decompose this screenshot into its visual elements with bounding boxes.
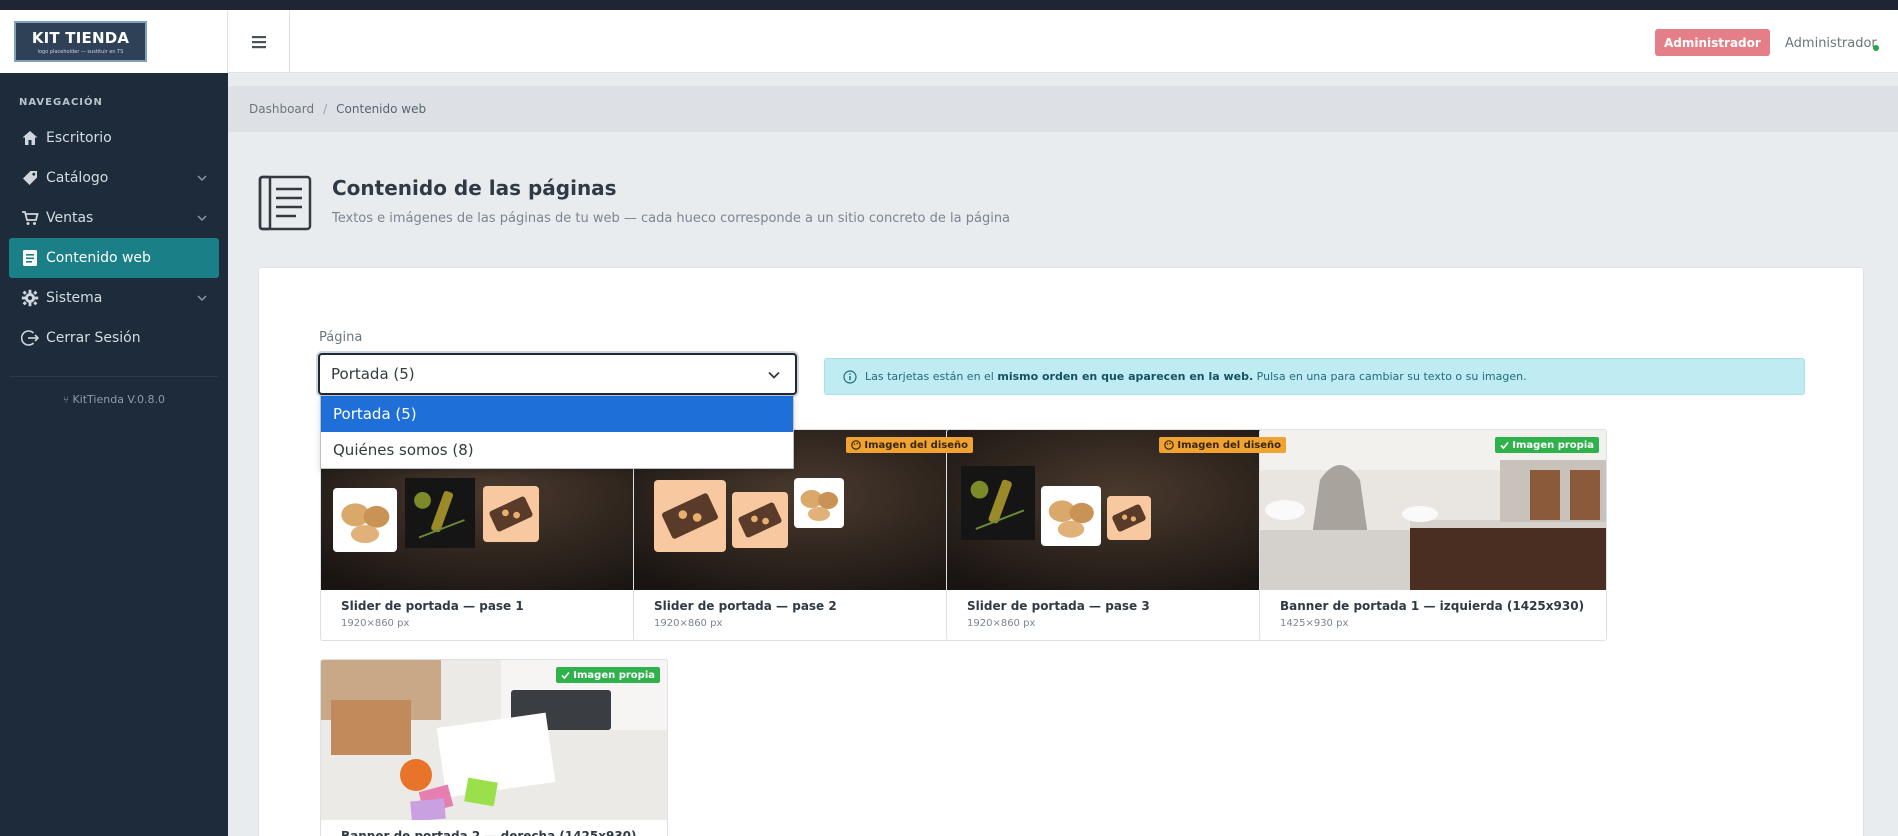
tile-image [947, 430, 1293, 590]
nav-header: NAVEGACIÓN [19, 97, 103, 108]
brand-area: KIT TIENDA logo placeholder — sustituir … [0, 10, 228, 73]
info-icon [843, 369, 857, 384]
page-select-dropdown: Portada (5) Quiénes somos (8) [320, 395, 794, 469]
sidebar-item-label: Escritorio [46, 130, 112, 146]
chevron-down-icon [195, 291, 209, 305]
badge-label: Imagen del diseño [864, 439, 968, 451]
version-label: ⑂ KitTienda V.0.8.0 [10, 376, 218, 406]
sidebar-item-label: Catálogo [46, 170, 109, 186]
tile-image [321, 660, 667, 820]
menu-toggle-button[interactable] [228, 10, 290, 73]
badge-label: Imagen propia [573, 669, 655, 681]
tile-size: 1425×930 px [1280, 618, 1349, 629]
palette-icon [1164, 440, 1175, 450]
page-title: Contenido de las páginas [332, 176, 617, 200]
online-status-dot [1873, 45, 1879, 51]
sidebar-item-label: Contenido web [46, 250, 151, 266]
tag-icon [20, 168, 40, 188]
image-source-badge: Imagen del diseño [846, 437, 973, 453]
badge-label: Imagen del diseño [1177, 439, 1281, 451]
gear-icon [20, 288, 40, 308]
breadcrumb-root-link[interactable]: Dashboard [249, 102, 314, 116]
admin-app: KIT TIENDA logo placeholder — sustituir … [0, 10, 1898, 836]
sidebar: KIT TIENDA logo placeholder — sustituir … [0, 10, 228, 836]
page-select[interactable]: Portada (5) [318, 353, 797, 395]
image-source-badge: Imagen propia [556, 667, 660, 683]
breadcrumb-current: Contenido web [336, 102, 427, 116]
breadcrumb: Dashboard / Contenido web [228, 86, 1898, 132]
hamburger-icon [251, 35, 266, 48]
sidebar-nav: Escritorio Catálogo Ventas Contenido web Sis… [0, 118, 228, 358]
sidebar-item-contenido-web[interactable]: Contenido web [9, 238, 219, 278]
content-tile[interactable]: Imagen propia Banner de portada 2 — derec… [320, 659, 668, 836]
topbar: Administrador Administrador [228, 10, 1898, 73]
version-text: KitTienda V.0.8.0 [72, 393, 166, 406]
window-top-strip [0, 0, 1898, 10]
logout-icon [20, 328, 40, 348]
branch-icon: ⑂ [62, 395, 69, 406]
info-text-bold: mismo orden en que aparecen en la web. [997, 370, 1254, 383]
page-select-value: Portada (5) [331, 365, 415, 383]
sidebar-item-label: Cerrar Sesión [46, 330, 141, 346]
tile-title: Slider de portada — pase 3 [967, 599, 1150, 613]
tile-size: 1920×860 px [967, 618, 1036, 629]
content-tile[interactable]: Imagen del diseño Slider de portada — pas… [946, 429, 1294, 641]
sidebar-item-ventas[interactable]: Ventas [9, 198, 219, 238]
content-tile[interactable]: Imagen propia Banner de portada 1 — izqui… [1259, 429, 1607, 641]
breadcrumb-separator: / [323, 102, 328, 116]
image-source-badge: Imagen propia [1495, 437, 1599, 453]
tile-size: 1920×860 px [341, 618, 410, 629]
info-alert: Las tarjetas están en el mismo orden en … [824, 358, 1805, 395]
chevron-down-icon [195, 211, 209, 225]
check-icon [1500, 441, 1509, 449]
sidebar-item-label: Sistema [46, 290, 103, 306]
chevron-down-icon [195, 171, 209, 185]
tile-title: Banner de portada 1 — izquierda (1425x93… [1280, 599, 1585, 613]
sidebar-item-escritorio[interactable]: Escritorio [9, 118, 219, 158]
tile-title: Slider de portada — pase 1 [341, 599, 524, 613]
page-select-option[interactable]: Quiénes somos (8) [321, 432, 793, 468]
tile-image [1260, 430, 1606, 590]
sidebar-item-cerrar-sesion[interactable]: Cerrar Sesión [9, 318, 219, 358]
page-select-label: Página [319, 330, 363, 345]
badge-label: Imagen propia [1512, 439, 1594, 451]
sidebar-item-sistema[interactable]: Sistema [9, 278, 219, 318]
content-card: Página Portada (5) Portada (5) Quiénes so… [258, 267, 1864, 836]
brand-logo-title: KIT TIENDA [31, 28, 130, 47]
check-icon [561, 671, 570, 679]
sidebar-item-label: Ventas [46, 210, 94, 226]
brand-logo[interactable]: KIT TIENDA logo placeholder — sustituir … [14, 21, 147, 62]
image-source-badge: Imagen del diseño [1159, 437, 1286, 453]
page-icon [20, 248, 40, 268]
brand-logo-subtitle: logo placeholder — sustituir en TS [37, 48, 124, 55]
info-text-suffix: Pulsa en una para cambiar su texto o su … [1253, 370, 1527, 383]
tile-title: Banner de portada 2 — derecha (1425x930) [341, 829, 637, 836]
home-icon [20, 128, 40, 148]
page-subtitle: Textos e imágenes de las páginas de tu w… [332, 211, 1011, 226]
chevron-down-icon [768, 371, 780, 379]
role-badge: Administrador [1655, 29, 1770, 56]
palette-icon [851, 440, 862, 450]
tile-title: Slider de portada — pase 2 [654, 599, 837, 613]
cart-icon [20, 208, 40, 228]
document-list-icon [258, 175, 312, 231]
user-menu[interactable]: Administrador [1785, 36, 1877, 51]
info-text-prefix: Las tarjetas están en el [865, 370, 998, 383]
sidebar-item-catalogo[interactable]: Catálogo [9, 158, 219, 198]
tile-size: 1920×860 px [654, 618, 723, 629]
page-select-option[interactable]: Portada (5) [321, 396, 793, 432]
